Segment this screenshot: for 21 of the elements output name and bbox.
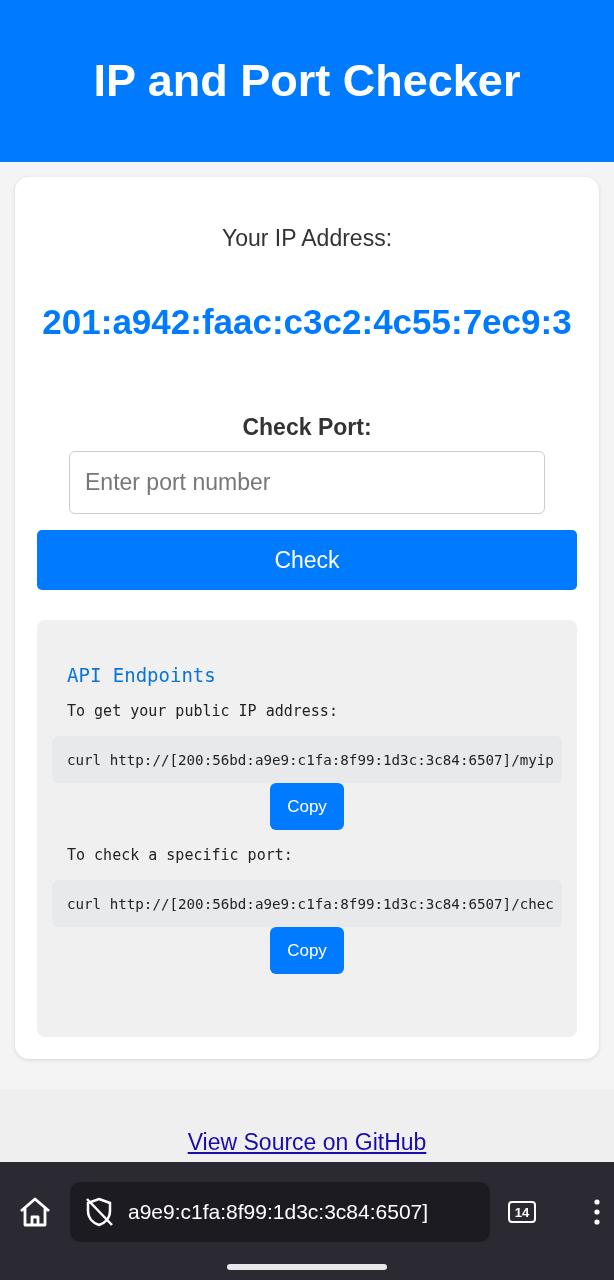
more-menu-icon[interactable] xyxy=(594,1199,600,1225)
copy-button[interactable]: Copy xyxy=(270,927,344,974)
check-button[interactable]: Check xyxy=(37,530,577,590)
github-link[interactable]: View Source on GitHub xyxy=(187,1129,427,1156)
code-block: curl http://[200:56bd:a9e9:c1fa:8f99:1d3c:3c84:6507]/myip xyxy=(52,736,562,783)
ip-address: 201:a942:faac:c3c2:4c55:7ec9:3 xyxy=(42,302,572,342)
ip-label: Your IP Address: xyxy=(221,225,393,252)
shield-slash-icon xyxy=(84,1196,114,1228)
page-title: IP and Port Checker xyxy=(93,55,521,107)
port-input[interactable]: Enter port number xyxy=(69,451,545,514)
endpoint-description: To check a specific port: xyxy=(67,846,293,864)
code-block: curl http://[200:56bd:a9e9:c1fa:8f99:1d3c:3c84:6507]/chec xyxy=(52,880,562,927)
url-text: a9e9:c1fa:8f99:1d3c:3c84:6507] xyxy=(128,1200,429,1224)
copy-button[interactable]: Copy xyxy=(270,783,344,830)
address-bar[interactable]: a9e9:c1fa:8f99:1d3c:3c84:6507] xyxy=(70,1182,490,1242)
gesture-handle[interactable] xyxy=(227,1264,387,1270)
home-icon[interactable] xyxy=(18,1196,52,1228)
api-title: API Endpoints xyxy=(67,664,216,686)
tab-counter[interactable]: 14 xyxy=(508,1201,536,1223)
endpoint-description: To get your public IP address: xyxy=(67,702,338,720)
port-label: Check Port: xyxy=(242,414,372,441)
